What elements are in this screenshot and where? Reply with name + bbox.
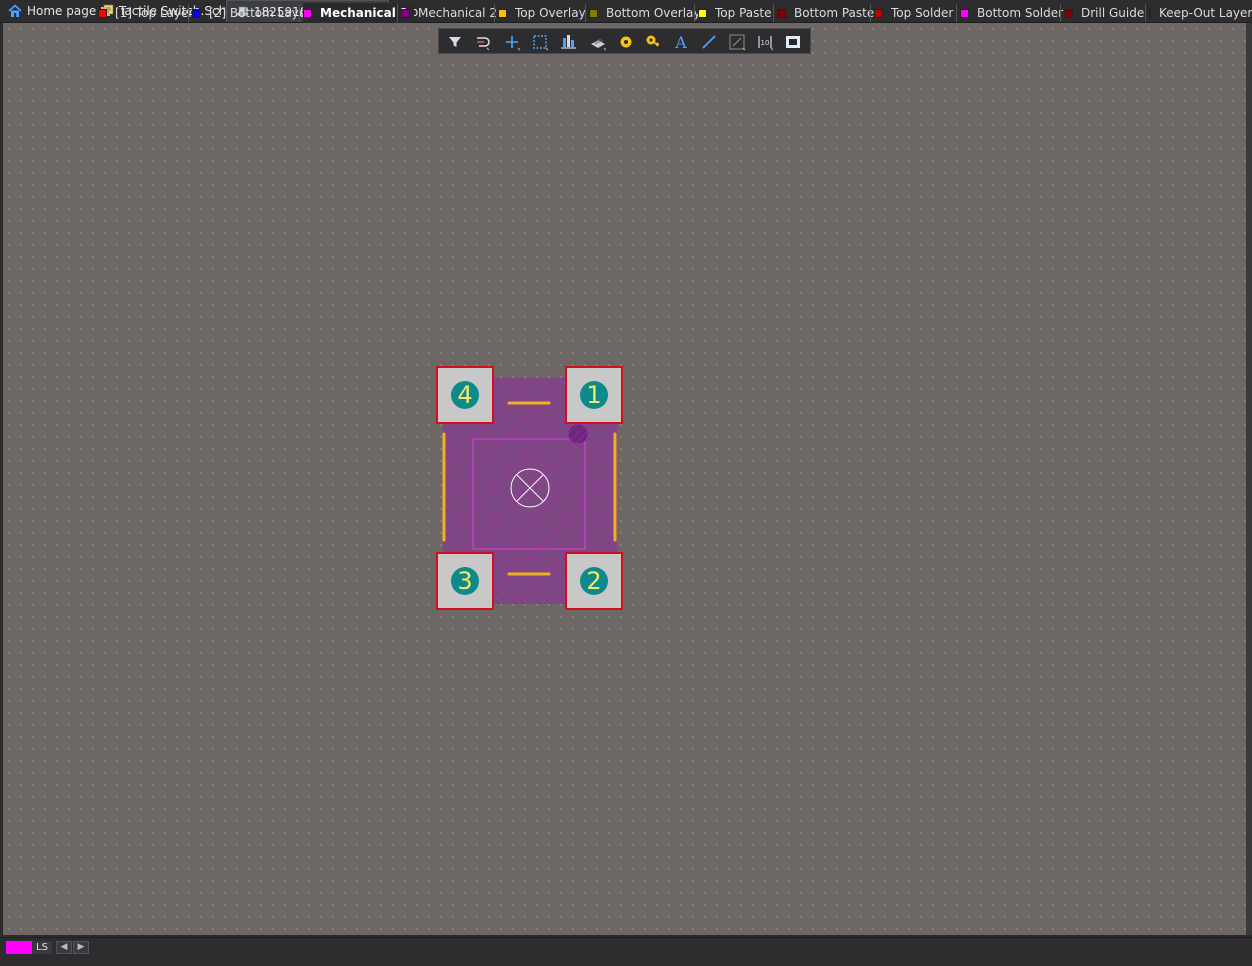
- layer-tab-top-overlay[interactable]: Top Overlay: [498, 3, 586, 23]
- current-layer-color: [6, 941, 32, 954]
- pad-number: 3: [457, 567, 473, 595]
- pad-3[interactable]: 3: [436, 552, 494, 610]
- layer-separator: [299, 4, 300, 22]
- pad-2[interactable]: 2: [565, 552, 623, 610]
- layer-tab-bottom-solder[interactable]: Bottom Solder: [960, 3, 1063, 23]
- layer-color-swatch: [303, 8, 312, 18]
- layer-tab-top-solder[interactable]: Top Solder: [874, 3, 953, 23]
- pad-number-circle: 2: [580, 567, 608, 595]
- chevron-left-icon: ◀: [60, 942, 68, 952]
- layer-color-swatch: [698, 8, 707, 18]
- pad-1[interactable]: 1: [565, 366, 623, 424]
- cross-icon[interactable]: [502, 32, 522, 52]
- layer-color-swatch: [874, 8, 883, 18]
- layer-scroll-left-button[interactable]: ◀: [56, 941, 72, 954]
- active-bar-toolbar: A 10: [438, 28, 811, 54]
- pad-4[interactable]: 4: [436, 366, 494, 424]
- layer-separator: [1145, 4, 1146, 22]
- layer-tab-bar: [0, 937, 1252, 966]
- route-icon[interactable]: [473, 32, 493, 52]
- layer-color-swatch: [1149, 8, 1151, 18]
- layer-color-swatch: [498, 8, 507, 18]
- align-icon[interactable]: [558, 32, 578, 52]
- layer-tab-mechanical-2[interactable]: Mechanical 2: [401, 3, 497, 23]
- layer-tab-label: Keep-Out Layer: [1159, 6, 1252, 20]
- layer-tab-label: Bottom Overlay: [606, 6, 701, 20]
- home-icon: [8, 4, 22, 18]
- svg-text:10: 10: [761, 39, 770, 47]
- pad-number: 1: [586, 381, 602, 409]
- layer-separator: [494, 4, 495, 22]
- pcb-canvas[interactable]: 4 1 3 2: [3, 23, 1246, 935]
- layer-tab-label: [1] Top Layer: [115, 6, 194, 20]
- line-icon[interactable]: [699, 32, 719, 52]
- pad-icon[interactable]: [616, 32, 636, 52]
- filter-icon[interactable]: [445, 32, 465, 52]
- layer-scroll-right-button[interactable]: ▶: [73, 941, 89, 954]
- tab-home-page[interactable]: Home page: [0, 0, 96, 22]
- layer-tab-keep-out-layer[interactable]: Keep-Out Layer: [1149, 3, 1252, 23]
- pad-number-circle: 3: [451, 567, 479, 595]
- layer-separator: [1060, 4, 1061, 22]
- canvas-scroll-edge: [1246, 23, 1252, 935]
- layer-color-swatch: [589, 8, 598, 18]
- footprint-drawing: [442, 378, 617, 604]
- text-icon[interactable]: A: [671, 32, 691, 52]
- tab-label: Home page: [27, 4, 97, 18]
- select-rect-icon[interactable]: [530, 32, 550, 52]
- layer-separator: [773, 4, 774, 22]
- layer-tab-bottom-layer[interactable]: [2] Bottom Layer: [192, 3, 311, 23]
- chevron-right-icon: ▶: [77, 942, 85, 952]
- layer-separator: [870, 4, 871, 22]
- layer-tab-label: Top Overlay: [515, 6, 586, 20]
- layer-separator: [188, 4, 189, 22]
- pad-number-circle: 4: [451, 381, 479, 409]
- layer-tab-label: Bottom Paste: [794, 6, 875, 20]
- board-icon[interactable]: [783, 32, 803, 52]
- layer-color-swatch: [401, 8, 410, 18]
- layer-tab-top-layer[interactable]: [1] Top Layer: [98, 3, 193, 23]
- measure-icon[interactable]: 10: [755, 32, 775, 52]
- pad-number: 2: [586, 567, 602, 595]
- layer-tab-bottom-overlay[interactable]: Bottom Overlay: [589, 3, 700, 23]
- layer-tab-label: Mechanical 2: [418, 6, 497, 20]
- component-icon[interactable]: [588, 32, 608, 52]
- pad-number: 4: [457, 381, 473, 409]
- layer-tab-top-paste[interactable]: Top Paste: [698, 3, 771, 23]
- layer-tab-label: Top Solder: [891, 6, 954, 20]
- layer-separator: [956, 4, 957, 22]
- layer-tab-label: Drill Guide: [1081, 6, 1145, 20]
- layer-color-swatch: [1064, 8, 1073, 18]
- layer-color-swatch: [777, 8, 786, 18]
- layer-separator: [585, 4, 586, 22]
- layer-tab-label: Top Paste: [715, 6, 772, 20]
- layer-tab-bottom-paste[interactable]: Bottom Paste: [777, 3, 874, 23]
- layer-set-label: LS: [32, 941, 52, 954]
- pin1-marker-hatch: [568, 424, 588, 444]
- layer-color-swatch: [192, 8, 201, 18]
- layer-tab-label: Bottom Solder: [977, 6, 1064, 20]
- pad-number-circle: 1: [580, 381, 608, 409]
- layer-tab-label: [2] Bottom Layer: [209, 6, 312, 20]
- layer-tab-label: Mechanical 1: [320, 6, 409, 20]
- via-key-icon[interactable]: [643, 32, 663, 52]
- layer-color-swatch: [960, 8, 969, 18]
- layer-tab-drill-guide[interactable]: Drill Guide: [1064, 3, 1144, 23]
- svg-text:A: A: [674, 33, 687, 52]
- current-layer-indicator[interactable]: LS: [6, 941, 52, 954]
- layer-separator: [694, 4, 695, 22]
- layer-separator: [397, 4, 398, 22]
- layer-color-swatch: [98, 8, 107, 18]
- dimension-icon[interactable]: [727, 32, 747, 52]
